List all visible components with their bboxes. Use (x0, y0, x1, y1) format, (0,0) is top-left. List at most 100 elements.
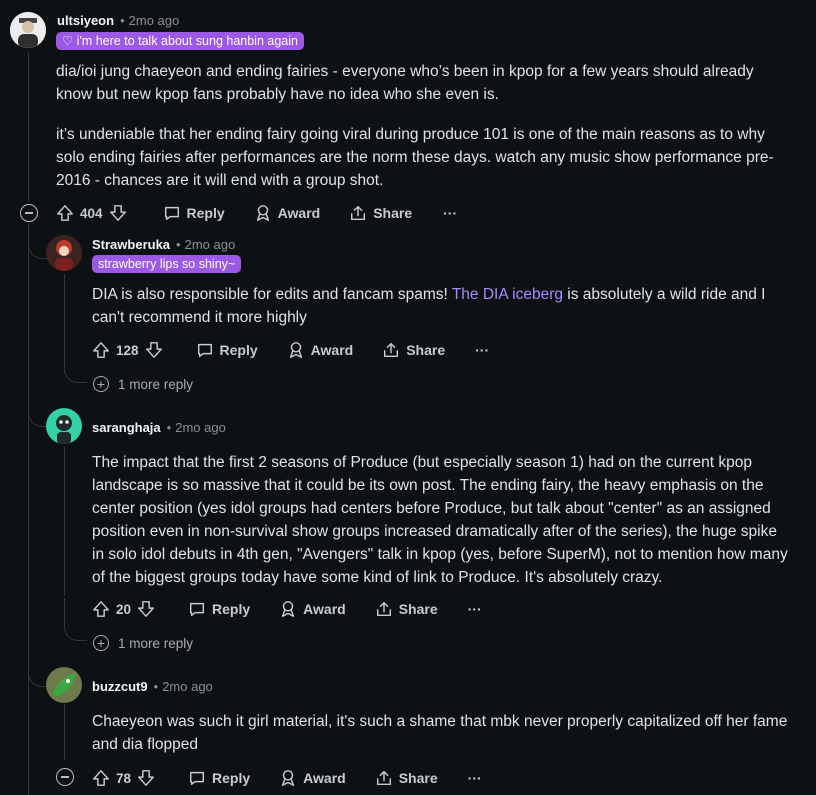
separator-dot: • (176, 237, 181, 252)
share-label: Share (398, 770, 438, 786)
comment-header: buzzcut9 • 2mo ago (92, 679, 213, 694)
plus-icon: + (93, 376, 109, 392)
more-replies-button[interactable]: + 1 more reply (93, 376, 193, 392)
comment-body: DIA is also responsible for edits and fa… (92, 283, 782, 329)
comment-body: The impact that the first 2 seasons of P… (92, 451, 792, 589)
avatar[interactable] (46, 235, 82, 271)
comment-header: Strawberuka • 2mo ago (92, 237, 235, 252)
reply-button[interactable]: Reply (196, 341, 258, 359)
thread-line-reply (64, 704, 65, 760)
share-button[interactable]: Share (382, 341, 445, 359)
user-flair: strawberry lips so shiny~ (92, 255, 242, 273)
vote-count: 128 (116, 342, 139, 358)
more-options-button[interactable]: ··· (468, 770, 482, 786)
collapse-thread-button[interactable] (20, 204, 38, 222)
comment-body: Chaeyeon was such it girl material, it's… (92, 710, 807, 756)
reply-button[interactable]: Reply (188, 769, 250, 787)
share-button[interactable]: Share (349, 204, 412, 222)
reply-label: Reply (212, 601, 251, 617)
award-label: Award (310, 342, 354, 358)
upvote-icon[interactable] (92, 600, 110, 618)
avatar[interactable] (46, 408, 82, 444)
award-icon (289, 342, 302, 358)
comment-paragraph: DIA is also responsible for edits and fa… (92, 283, 782, 329)
author-name[interactable]: buzzcut9 (92, 679, 148, 694)
award-button[interactable]: Award (279, 600, 346, 618)
reply-label: Reply (186, 205, 225, 221)
user-flair: ♡ i'm here to talk about sung hanbin aga… (56, 32, 304, 50)
author-name[interactable]: saranghaja (92, 420, 161, 435)
author-name[interactable]: ultsiyeon (57, 13, 114, 28)
avatar[interactable] (10, 12, 46, 48)
thread-connector (28, 380, 47, 427)
separator-dot: • (120, 13, 125, 28)
more-options-button[interactable]: ··· (443, 205, 457, 221)
vote-count: 20 (116, 601, 132, 617)
thread-line-main (28, 52, 29, 202)
comment-header: ultsiyeon • 2mo ago (57, 13, 179, 28)
iceberg-link[interactable]: The DIA iceberg (452, 286, 563, 303)
thread-connector (28, 610, 47, 687)
share-icon (376, 770, 391, 786)
timestamp[interactable]: 2mo ago (175, 420, 226, 435)
downvote-icon[interactable] (109, 204, 127, 222)
downvote-icon[interactable] (137, 769, 155, 787)
more-replies-button[interactable]: + 1 more reply (93, 635, 193, 651)
collapse-thread-button[interactable] (56, 768, 74, 786)
more-options-button[interactable]: ··· (475, 342, 489, 358)
share-button[interactable]: Share (375, 769, 438, 787)
share-button[interactable]: Share (375, 600, 438, 618)
reply-button[interactable]: Reply (163, 204, 225, 222)
share-label: Share (398, 601, 438, 617)
award-label: Award (303, 601, 346, 617)
downvote-icon[interactable] (145, 341, 163, 359)
thread-connector (64, 340, 87, 383)
comment-actions: 404 Reply Award Share ··· (56, 201, 457, 225)
comment-actions: 128 Reply Award Share ··· (92, 338, 489, 362)
award-label: Award (277, 205, 321, 221)
comment-paragraph: Chaeyeon was such it girl material, it's… (92, 713, 788, 753)
reply-icon (190, 771, 205, 786)
vote-group: 128 (92, 341, 163, 359)
thread-connector (28, 224, 47, 259)
more-options-button[interactable]: ··· (468, 601, 482, 617)
comment-body: dia/ioi jung chaeyeon and ending fairies… (56, 60, 786, 192)
vote-count: 78 (116, 770, 132, 786)
reply-label: Reply (212, 770, 251, 786)
timestamp[interactable]: 2mo ago (162, 679, 213, 694)
thread-line-reply (64, 446, 65, 596)
comment-paragraph: it’s undeniable that her ending fairy go… (56, 126, 774, 189)
upvote-icon[interactable] (92, 769, 110, 787)
thread-connector (64, 598, 87, 641)
share-icon (376, 601, 391, 617)
reply-icon (197, 343, 212, 358)
comment-actions: 20 Reply Award Share ··· (92, 597, 482, 621)
timestamp[interactable]: 2mo ago (129, 13, 180, 28)
share-icon (351, 205, 366, 221)
comment-actions: 78 Reply Award Share ··· (92, 766, 482, 790)
reply-icon (164, 206, 179, 221)
award-button[interactable]: Award (279, 769, 346, 787)
vote-group: 404 (56, 204, 127, 222)
upvote-icon[interactable] (92, 341, 110, 359)
share-icon (384, 342, 399, 358)
plus-icon: + (93, 635, 109, 651)
separator-dot: • (153, 679, 159, 694)
award-icon (282, 601, 295, 617)
avatar[interactable] (46, 667, 82, 703)
downvote-icon[interactable] (137, 600, 155, 618)
vote-group: 20 (92, 600, 155, 618)
award-icon (256, 205, 269, 221)
more-replies-label: 1 more reply (118, 376, 194, 392)
reply-icon (190, 602, 205, 617)
award-button[interactable]: Award (287, 341, 354, 359)
reply-label: Reply (219, 342, 258, 358)
author-name[interactable]: Strawberuka (92, 237, 170, 252)
timestamp[interactable]: 2mo ago (185, 237, 236, 252)
thread-line-main (28, 224, 29, 795)
comment-header: saranghaja • 2mo ago (92, 420, 226, 435)
award-button[interactable]: Award (254, 204, 321, 222)
reply-button[interactable]: Reply (188, 600, 250, 618)
upvote-icon[interactable] (56, 204, 74, 222)
separator-dot: • (166, 420, 172, 435)
